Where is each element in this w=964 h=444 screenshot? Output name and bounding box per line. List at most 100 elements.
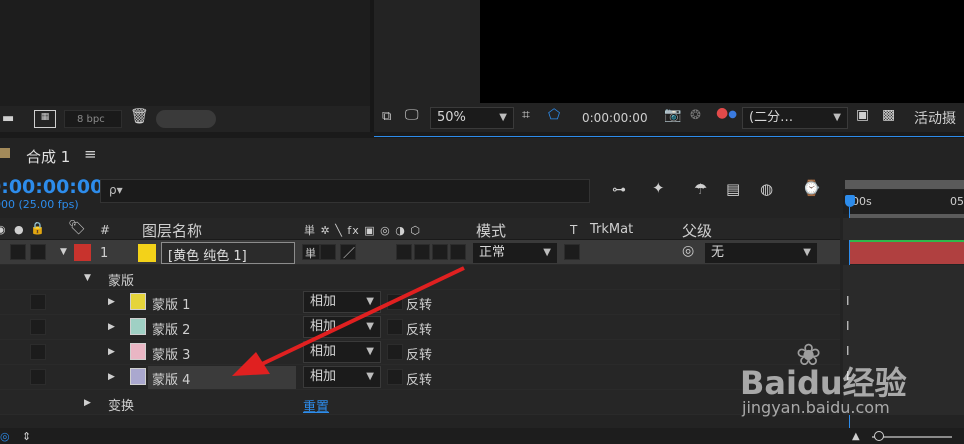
- av-switch[interactable]: [10, 244, 26, 260]
- bpc-button[interactable]: 8 bpc: [64, 110, 122, 128]
- expand-transform-icon[interactable]: ▶: [84, 397, 91, 410]
- shy-switch[interactable]: 単: [302, 244, 320, 260]
- expand-mask-icon[interactable]: ▶: [108, 371, 115, 384]
- mask-color-swatch[interactable]: [130, 368, 146, 385]
- layer-name-field[interactable]: [黄色 纯色 1]: [161, 242, 295, 264]
- mask-visibility-toggle[interactable]: [30, 369, 46, 385]
- resolution-select[interactable]: (二分… ▼: [742, 107, 848, 129]
- timeline-header-right: [843, 218, 964, 240]
- mask-visibility-toggle[interactable]: [30, 344, 46, 360]
- column-number: #: [100, 223, 111, 237]
- always-preview-icon[interactable]: ⧉: [382, 110, 391, 123]
- shy-layers-icon[interactable]: ☂: [694, 182, 707, 197]
- motion-blur-icon[interactable]: ◍: [760, 182, 773, 197]
- mask-name[interactable]: 蒙版 4: [152, 369, 190, 388]
- playhead-handle[interactable]: [845, 195, 855, 207]
- draft-3d-icon[interactable]: ✦: [652, 181, 665, 196]
- expand-mask-icon[interactable]: ▶: [108, 321, 115, 334]
- trash-icon[interactable]: 🗑: [130, 109, 149, 124]
- masks-group-label: 蒙版: [108, 274, 135, 289]
- mask-color-swatch[interactable]: [130, 318, 146, 335]
- lock-switch[interactable]: [30, 244, 46, 260]
- masks-group-timeline: [843, 265, 964, 290]
- mask-color-swatch[interactable]: [130, 343, 146, 360]
- parent-select[interactable]: 无 ▼: [704, 242, 818, 264]
- lock-icon[interactable]: 🔒: [30, 222, 45, 235]
- search-input[interactable]: ρ▾: [100, 179, 590, 203]
- mask-invert-label: 反转: [406, 373, 433, 388]
- watermark-url: jingyan.baidu.com: [742, 398, 890, 417]
- parent-pickwhip-icon[interactable]: ◎: [682, 244, 694, 258]
- new-composition-icon[interactable]: ▦: [34, 110, 56, 128]
- active-camera-select[interactable]: 活动摄: [914, 108, 956, 128]
- zoom-out-icon[interactable]: ▲: [852, 430, 860, 443]
- column-t: T: [570, 223, 578, 237]
- 3d-layer-switch[interactable]: [450, 244, 466, 260]
- mask-invert-label: 反转: [406, 348, 433, 363]
- solo-icon[interactable]: ●: [14, 223, 24, 236]
- column-layer-name[interactable]: 图层名称: [142, 220, 202, 241]
- mask-color-swatch[interactable]: [130, 293, 146, 310]
- zoom-select[interactable]: 50% ▼: [430, 107, 514, 129]
- viewer-canvas[interactable]: [480, 0, 964, 103]
- mask-mode-select[interactable]: 相加 ▼: [303, 341, 381, 363]
- watermark: ❀ Baidu经验 jingyan.baidu.com: [736, 338, 962, 428]
- column-parent[interactable]: 父级: [682, 220, 712, 241]
- mask-mode-select[interactable]: 相加 ▼: [303, 316, 381, 338]
- mask-mode-select[interactable]: 相加 ▼: [303, 366, 381, 388]
- folder-icon[interactable]: ▬: [2, 112, 14, 125]
- region-of-interest-icon[interactable]: ▣: [856, 108, 869, 122]
- layer-duration-bar[interactable]: [850, 242, 964, 264]
- comp-flowchart-icon[interactable]: ⊶: [612, 183, 626, 197]
- expand-layer-icon[interactable]: ▼: [60, 246, 67, 259]
- expand-mask-icon[interactable]: ▶: [108, 346, 115, 359]
- mask-name[interactable]: 蒙版 2: [152, 319, 190, 338]
- mask-mode-select[interactable]: 相加 ▼: [303, 291, 381, 313]
- mask-invert-checkbox[interactable]: [387, 319, 403, 335]
- quality-switch[interactable]: ／: [340, 244, 356, 260]
- frame-blend-switch[interactable]: [414, 244, 430, 260]
- tab-menu-icon[interactable]: ≡: [84, 145, 97, 163]
- mask-timeline-row: [843, 290, 964, 315]
- viewer-timecode[interactable]: 0:00:00:00: [582, 111, 648, 125]
- toggle-switches-icon[interactable]: ◎: [0, 430, 10, 443]
- zoom-slider[interactable]: [872, 436, 952, 438]
- graph-editor-icon[interactable]: ⌚: [802, 181, 821, 196]
- transparency-grid-icon[interactable]: ▩: [882, 108, 895, 122]
- show-snapshot-icon[interactable]: ❂: [690, 109, 701, 122]
- work-area-bar[interactable]: [845, 180, 964, 189]
- scrollbar[interactable]: [156, 110, 216, 128]
- layer-label-color[interactable]: [74, 244, 91, 261]
- label-tag-icon[interactable]: 🏷: [68, 221, 86, 235]
- expand-mask-icon[interactable]: ▶: [108, 296, 115, 309]
- current-time-display[interactable]: 0:00:00:00: [0, 176, 103, 198]
- trkmat-toggle[interactable]: [564, 244, 580, 260]
- channel-rgb-icon[interactable]: ●●: [716, 106, 737, 121]
- column-mode[interactable]: 模式: [476, 220, 506, 241]
- mask-path-icon[interactable]: ⬠: [548, 108, 560, 122]
- mode-select[interactable]: 正常 ▼: [472, 242, 558, 264]
- motion-blur-switch[interactable]: [432, 244, 448, 260]
- monitor-icon[interactable]: 🖵: [405, 108, 419, 122]
- grid-icon[interactable]: ⌗: [522, 108, 530, 122]
- keyframe-marker-icon: I: [846, 319, 850, 333]
- effect-switch[interactable]: [396, 244, 412, 260]
- frame-blending-icon[interactable]: ▤: [726, 182, 740, 197]
- mask-name[interactable]: 蒙版 3: [152, 344, 190, 363]
- zoom-slider-handle[interactable]: [874, 431, 884, 441]
- tab-composition[interactable]: 合成 1: [26, 146, 70, 167]
- mask-invert-checkbox[interactable]: [387, 294, 403, 310]
- audio-visible-icon[interactable]: ◉: [0, 223, 6, 236]
- expand-masks-icon[interactable]: ▼: [84, 272, 91, 285]
- column-switches: 単 ✲ ╲ fx ▣ ◎ ◑ ⬡: [304, 224, 421, 237]
- mask-name[interactable]: 蒙版 1: [152, 294, 190, 313]
- collapse-switch[interactable]: [320, 244, 336, 260]
- mask-invert-label: 反转: [406, 323, 433, 338]
- mask-invert-checkbox[interactable]: [387, 344, 403, 360]
- toggle-modes-icon[interactable]: ⇕: [22, 430, 31, 443]
- mask-invert-checkbox[interactable]: [387, 369, 403, 385]
- mask-visibility-toggle[interactable]: [30, 294, 46, 310]
- transform-reset-link[interactable]: 重置: [303, 396, 329, 415]
- camera-snapshot-icon[interactable]: 📷: [664, 108, 681, 122]
- mask-visibility-toggle[interactable]: [30, 319, 46, 335]
